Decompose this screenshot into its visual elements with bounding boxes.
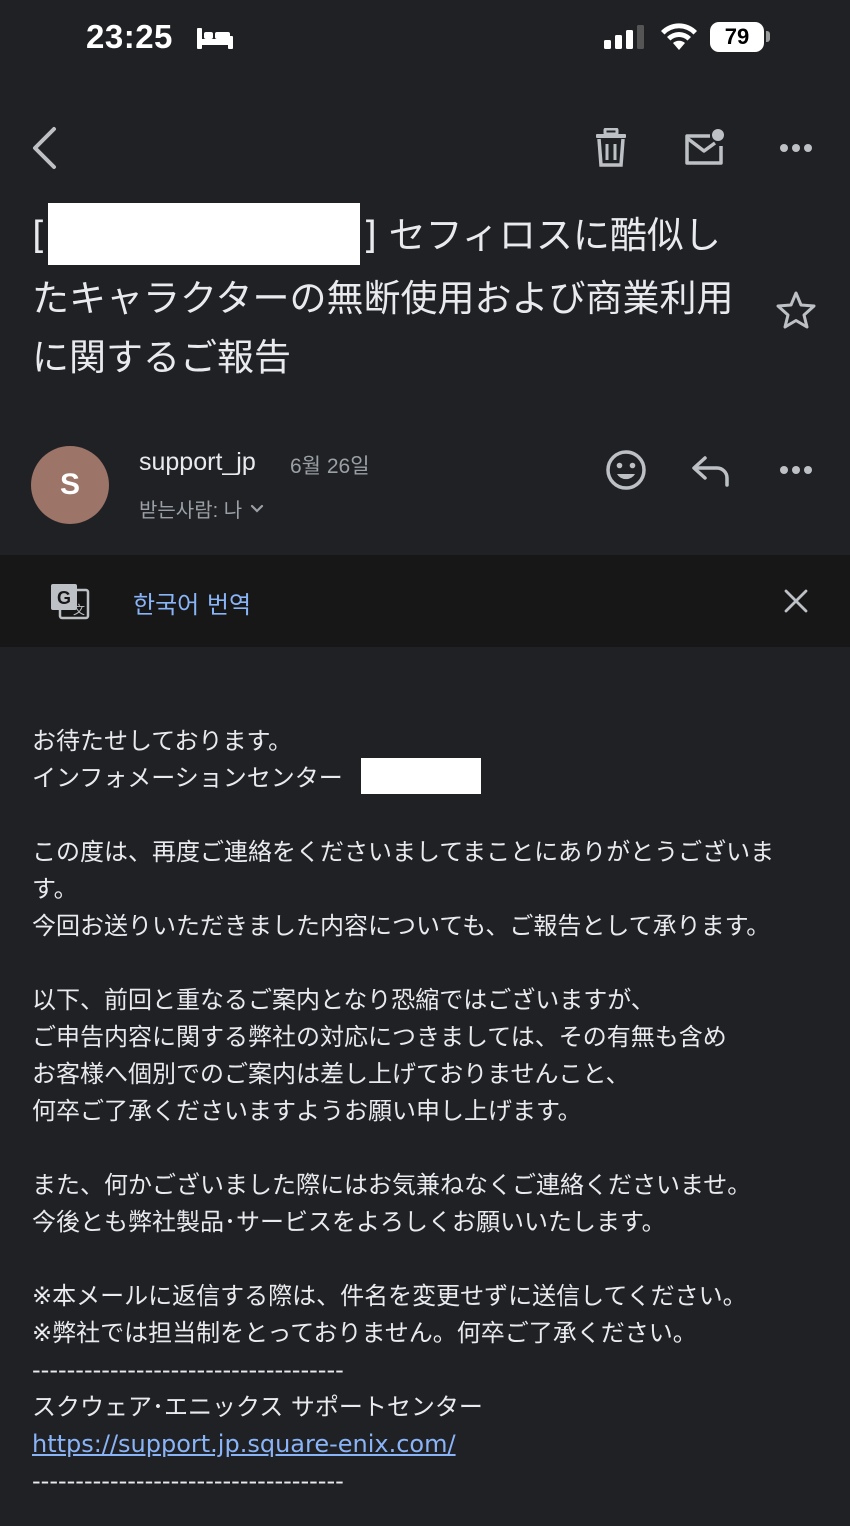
support-url-link[interactable]: https://support.jp.square-enix.com/ [32, 1430, 456, 1458]
close-icon [784, 589, 808, 613]
emoji-icon [606, 450, 646, 490]
signature-line: インフォメーションセンター [32, 764, 343, 792]
reply-icon [692, 456, 729, 487]
body-line: ※弊社では担当制をとっておりません。何卒ご了承ください。 [32, 1319, 697, 1347]
google-translate-icon: G 文 [48, 581, 92, 625]
more-options-button[interactable] [770, 125, 822, 171]
star-icon [776, 291, 816, 329]
back-button[interactable] [22, 120, 66, 176]
body-line: ※本メールに返信する際は、件名を変更せずに送信してください。 [32, 1282, 747, 1310]
svg-text:文: 文 [73, 602, 85, 617]
redacted-block [360, 758, 481, 794]
redacted-block [48, 202, 361, 265]
more-icon [780, 466, 812, 474]
dismiss-translate-button[interactable] [772, 577, 820, 625]
body-line: この度は、再度ご連絡をくださいましてまことにありがとうございま [32, 838, 775, 866]
battery-tip [766, 31, 770, 42]
body-line: 今後とも弊社製品･サービスをよろしくお願いいたします。 [32, 1208, 666, 1236]
status-time: 23:25 [86, 18, 173, 55]
email-date: 6월 26일 [290, 455, 370, 478]
status-bar: 23:25 79 [0, 0, 850, 80]
body-line: 何卒ご了承くださいますようお願い申し上げます。 [32, 1097, 582, 1125]
body-line: ご申告内容に関する弊社の対応につきましては、その有無も含め [32, 1023, 727, 1051]
sleep-mode-icon [196, 26, 234, 54]
star-button[interactable] [774, 288, 818, 332]
delete-button[interactable] [585, 122, 637, 174]
email-body: お待たせしております。 インフォメーションセンター この度は、再度ご連絡をくださ… [32, 723, 822, 1500]
support-center-name: スクウェア･エニックス サポートセンター [32, 1393, 483, 1421]
cellular-signal-icon [602, 24, 646, 54]
body-line: 以下、前回と重なるご案内となり恐縮ではございますが、 [32, 986, 655, 1014]
svg-text:G: G [57, 588, 71, 608]
translate-bar: G 文 한국어 번역 [0, 555, 850, 647]
recipient-label: 받는사람: 나 [139, 500, 243, 522]
battery-indicator: 79 [710, 22, 764, 52]
body-line: インフォメーションセンター [32, 758, 822, 797]
sender-name[interactable]: support_jp [139, 448, 256, 477]
body-line: また、何かございました際にはお気兼ねなくご連絡くださいませ。 [32, 1171, 752, 1199]
body-line: 今回お送りいただきました内容についても、ご報告として承ります。 [32, 912, 771, 940]
divider-line: ------------------------------------ [32, 1467, 344, 1495]
more-icon [780, 144, 812, 152]
back-icon [33, 127, 56, 169]
chevron-down-icon [251, 504, 264, 513]
translate-link[interactable]: 한국어 번역 [133, 585, 251, 620]
message-more-button[interactable] [770, 448, 822, 492]
trash-icon [596, 128, 626, 167]
body-line: す。 [32, 875, 78, 903]
reply-button[interactable] [686, 446, 736, 496]
sender-avatar[interactable]: S [31, 446, 109, 524]
wifi-icon [660, 22, 698, 56]
email-subject: [] セフィロスに酷似したキャラクターの無断使用および商業利用に関するご報告 [32, 202, 752, 387]
mark-unread-icon [685, 129, 724, 165]
recipient-details-toggle[interactable]: 받는사람: 나 [139, 494, 264, 523]
add-reaction-button[interactable] [600, 444, 652, 496]
mark-unread-button[interactable] [677, 122, 731, 174]
divider-line: ------------------------------------ [32, 1356, 344, 1384]
body-line: お待たせしております。 [32, 727, 293, 755]
body-line: お客様へ個別でのご案内は差し上げておりませんこと、 [32, 1060, 630, 1088]
subject-bracket: [ [32, 214, 47, 257]
